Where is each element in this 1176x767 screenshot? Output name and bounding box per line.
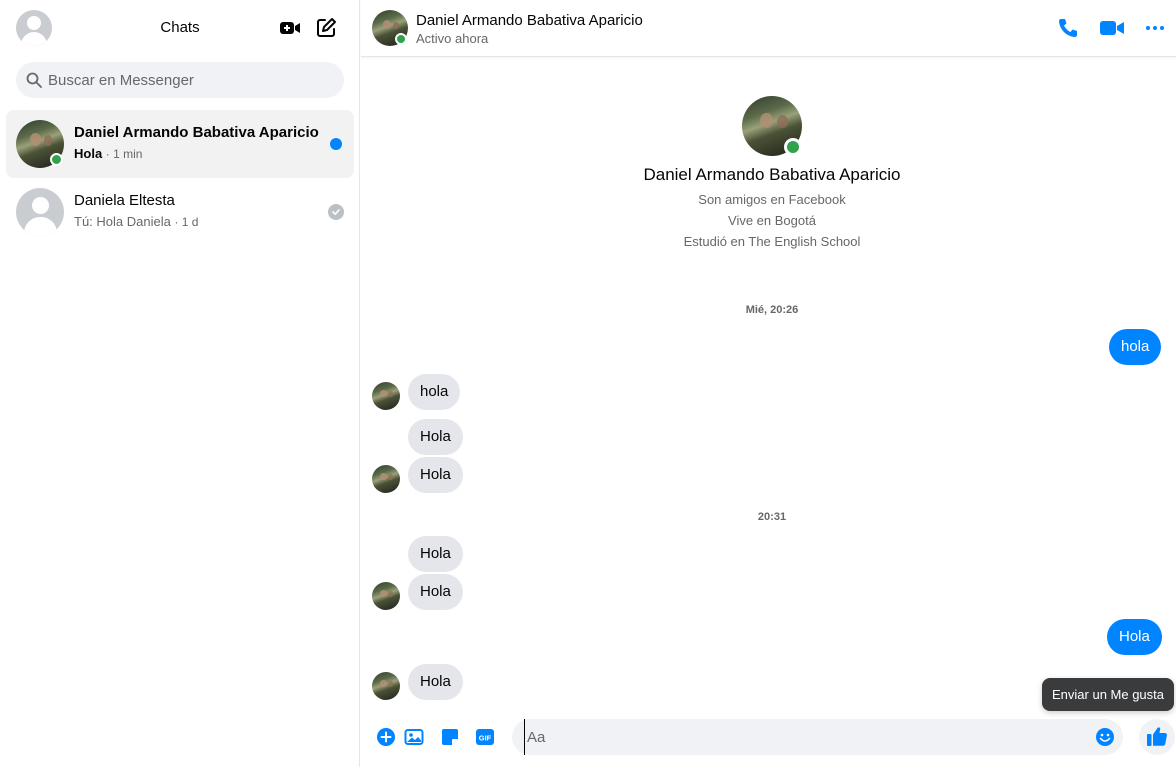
contact-avatar xyxy=(372,465,400,493)
like-tooltip: Enviar un Me gusta xyxy=(1042,678,1175,711)
incoming-message[interactable]: Hola xyxy=(408,457,463,493)
message-timestamp: 20:31 xyxy=(757,511,787,523)
chat-preview: Hola · 1 min xyxy=(74,146,143,161)
contact-status: Activo ahora xyxy=(416,31,489,46)
last-message: Hola xyxy=(74,146,103,161)
chat-list-item[interactable]: Daniel Armando Babativa Aparicio Hola · … xyxy=(6,110,354,178)
sticker-icon[interactable] xyxy=(440,727,460,747)
search-input[interactable] xyxy=(48,62,338,98)
profile-name: Daniel Armando Babativa Aparicio xyxy=(643,165,901,184)
contact-avatar xyxy=(372,672,400,700)
more-options-icon[interactable] xyxy=(1143,16,1167,40)
emoji-icon[interactable] xyxy=(1095,727,1115,747)
online-indicator xyxy=(395,33,407,45)
profile-info-line: Estudió en The English School xyxy=(683,234,861,249)
search-icon xyxy=(26,72,42,88)
conversation-panel: Daniel Armando Babativa Aparicio Activo … xyxy=(361,0,1176,767)
incoming-message[interactable]: Hola xyxy=(408,574,463,610)
svg-text:GIF: GIF xyxy=(479,734,492,743)
incoming-message[interactable]: Hola xyxy=(408,419,463,455)
chat-preview: Tú: Hola Daniela · 1 d xyxy=(74,214,199,229)
chat-name: Daniela Eltesta xyxy=(74,192,175,209)
like-icon xyxy=(1147,727,1167,746)
contact-avatar xyxy=(372,582,400,610)
contact-avatar xyxy=(372,382,400,410)
chat-list-item[interactable]: Daniela Eltesta Tú: Hola Daniela · 1 d xyxy=(6,178,354,246)
search-box xyxy=(16,62,344,98)
chat-name: Daniel Armando Babativa Aparicio xyxy=(74,124,319,141)
online-indicator xyxy=(784,138,802,156)
gif-icon[interactable]: GIF xyxy=(475,727,495,747)
last-message: Tú: Hola Daniela xyxy=(74,214,171,229)
message-composer xyxy=(512,719,1123,755)
sidebar-title: Chats xyxy=(160,19,200,36)
like-button[interactable] xyxy=(1139,719,1175,755)
compose-icon[interactable] xyxy=(314,16,338,40)
outgoing-message[interactable]: hola xyxy=(1109,329,1162,365)
conversation-header: Daniel Armando Babativa Aparicio Activo … xyxy=(361,0,1176,57)
photo-icon[interactable] xyxy=(404,727,424,747)
new-video-call-icon[interactable] xyxy=(278,16,302,40)
last-message-time: 1 min xyxy=(113,147,143,161)
online-indicator xyxy=(50,153,63,166)
add-icon[interactable] xyxy=(376,727,396,747)
incoming-message[interactable]: hola xyxy=(408,374,461,410)
contact-name[interactable]: Daniel Armando Babativa Aparicio xyxy=(416,12,643,29)
phone-icon[interactable] xyxy=(1056,16,1080,40)
chats-sidebar: Chats Daniel Armando Babativa Aparicio H… xyxy=(0,0,360,767)
outgoing-message[interactable]: Hola xyxy=(1107,619,1162,655)
incoming-message[interactable]: Hola xyxy=(408,664,463,700)
message-input[interactable] xyxy=(524,719,1084,755)
read-check-icon xyxy=(328,204,344,220)
profile-info-line: Vive en Bogotá xyxy=(728,213,816,228)
unread-indicator xyxy=(330,138,342,150)
contact-avatar xyxy=(16,188,64,236)
message-timestamp: Mié, 20:26 xyxy=(745,304,799,316)
last-message-time: 1 d xyxy=(181,215,199,229)
incoming-message[interactable]: Hola xyxy=(408,536,463,572)
profile-info-line: Son amigos en Facebook xyxy=(698,192,846,207)
video-camera-icon[interactable] xyxy=(1099,16,1124,40)
sidebar-header: Chats xyxy=(0,0,360,56)
